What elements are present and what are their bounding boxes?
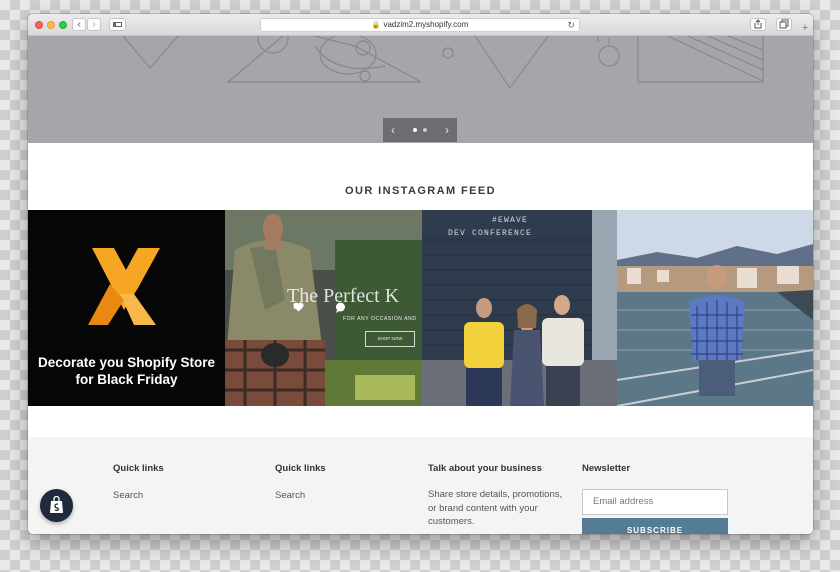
- lakeside-photo: [617, 210, 813, 406]
- footer-quick-links-2: Quick links Search: [275, 463, 326, 501]
- shopify-bag-icon: [50, 496, 63, 513]
- kilt-shop-now-button: SHOP NOW: [365, 331, 415, 347]
- footer-search-link-2[interactable]: Search: [275, 490, 326, 501]
- minimize-window-button[interactable]: [47, 21, 55, 29]
- slide-dot-1[interactable]: [413, 128, 417, 132]
- slideshow-prev-button[interactable]: ‹: [391, 123, 395, 137]
- back-button[interactable]: ‹: [72, 18, 86, 31]
- slideshow-dots: [413, 128, 427, 132]
- reload-icon[interactable]: ↻: [567, 19, 575, 31]
- instagram-post-1[interactable]: Decorate you Shopify Store for Black Fri…: [28, 210, 225, 406]
- instagram-feed-title: OUR INSTAGRAM FEED: [345, 185, 496, 197]
- conference-banner-line-1: #EWAVE: [492, 216, 529, 225]
- conference-photo: [422, 210, 617, 406]
- post-likes: 31: [293, 302, 304, 312]
- instagram-post-3[interactable]: #EWAVE DEV CONFERENCE: [422, 210, 617, 406]
- forward-button[interactable]: ›: [87, 18, 101, 31]
- footer-business-text: Share store details, promotions, or bran…: [428, 489, 563, 527]
- browser-toolbar: ‹ › 🔒 vadzim2.myshopify.com ↻ +: [28, 14, 813, 36]
- instagram-post-2[interactable]: The Perfect K FOR ANY OCCASION AND SHOP …: [225, 210, 422, 406]
- sidebar-toggle-button[interactable]: [109, 18, 126, 31]
- close-window-button[interactable]: [35, 21, 43, 29]
- subscribe-button[interactable]: SUBSCRIBE: [582, 518, 728, 534]
- footer-quick-links-1: Quick links Search: [113, 463, 164, 501]
- footer-business-info: Talk about your business Share store det…: [428, 463, 568, 529]
- slideshow-controls: ‹ ›: [383, 118, 457, 142]
- share-button[interactable]: [750, 18, 766, 31]
- browser-window: ‹ › 🔒 vadzim2.myshopify.com ↻ + ‹ › OUR …: [28, 14, 813, 534]
- promo-line-1: Decorate you Shopify Store: [37, 355, 216, 370]
- footer-col2-heading: Quick links: [275, 463, 326, 474]
- footer-search-link-1[interactable]: Search: [113, 490, 164, 501]
- newsletter-heading: Newsletter: [582, 463, 631, 474]
- instagram-feed-section: OUR INSTAGRAM FEED Decorate you Shopify …: [28, 143, 813, 437]
- newsletter-email-input[interactable]: Email address: [582, 489, 728, 515]
- promo-caption: Decorate you Shopify Store for Black Fri…: [28, 354, 225, 388]
- site-footer: Quick links Search Quick links Search Ta…: [28, 437, 813, 534]
- kilt-banner-subtitle: FOR ANY OCCASION AND: [343, 316, 417, 322]
- lock-icon: 🔒: [371, 22, 381, 29]
- share-icon: [754, 19, 762, 29]
- shopify-chat-button[interactable]: [40, 489, 73, 522]
- tabs-icon: [779, 19, 789, 29]
- zoom-window-button[interactable]: [59, 21, 67, 29]
- new-tab-button[interactable]: +: [798, 22, 812, 36]
- url-text: vadzim2.myshopify.com: [383, 20, 469, 29]
- kilt-photo: [225, 210, 422, 406]
- instagram-post-4[interactable]: [617, 210, 813, 406]
- heart-icon: [293, 302, 304, 312]
- tab-overview-button[interactable]: [776, 18, 792, 31]
- hero-slideshow: ‹ ›: [28, 36, 813, 143]
- conference-banner-line-2: DEV CONFERENCE: [448, 229, 533, 238]
- footer-col1-heading: Quick links: [113, 463, 164, 474]
- sidebar-icon: [113, 22, 122, 27]
- slide-dot-2[interactable]: [423, 128, 427, 132]
- slideshow-next-button[interactable]: ›: [445, 123, 449, 137]
- address-bar[interactable]: 🔒 vadzim2.myshopify.com ↻: [260, 18, 580, 32]
- footer-col3-heading: Talk about your business: [428, 463, 542, 474]
- promo-line-2: for Black Friday: [75, 372, 178, 387]
- footer-newsletter: Newsletter Email address SUBSCRIBE: [582, 463, 728, 534]
